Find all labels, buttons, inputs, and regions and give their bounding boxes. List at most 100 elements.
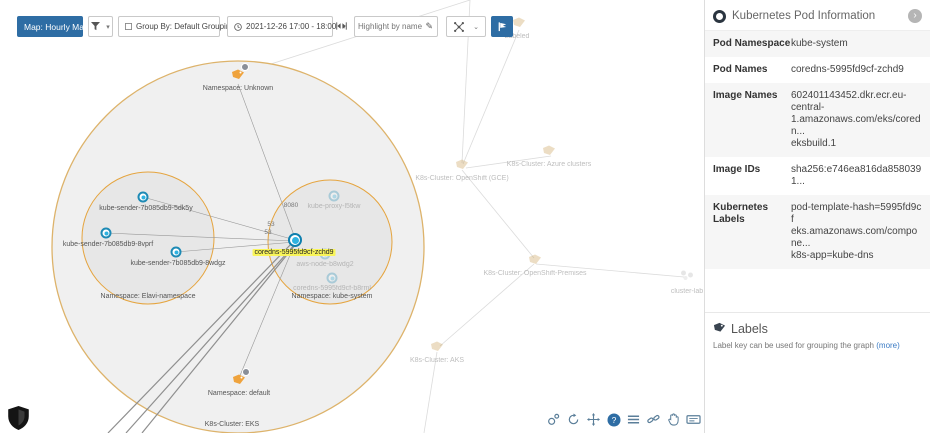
graph-nodes-icon [453, 21, 465, 33]
pod-node[interactable] [171, 247, 182, 258]
row-label: Image Names [713, 90, 791, 150]
svg-text:?: ? [611, 415, 616, 425]
pod-node-label: coredns-5995fd9cf-b8rml [293, 285, 371, 292]
pod-node-label: kube-sender-7b085db9-8wdgz [131, 260, 226, 267]
namespace-left-label: Namespace: Elavi-namespace [101, 293, 196, 300]
panel-title: Kubernetes Pod Information [732, 10, 902, 22]
faded-tag-label: K8s-Cluster: OpenShift-Premises [483, 270, 586, 277]
map-edges-layer [0, 0, 704, 433]
edge-port-label: 8080 [284, 202, 298, 209]
date-range-label: 2021-12-26 17:00 - 18:00 [246, 22, 336, 31]
collapse-nodes-icon[interactable] [546, 412, 561, 427]
pan-icon[interactable] [586, 412, 601, 427]
chevron-down-icon: ▾ [106, 23, 110, 31]
info-row-image-names: Image Names 602401143452.dkr.ecr.eu- cen… [705, 83, 930, 157]
collapse-horizontal-icon[interactable] [336, 21, 347, 31]
more-link[interactable]: (more) [876, 341, 900, 350]
edge-port-label: 53 [267, 221, 274, 228]
pod-node[interactable] [101, 228, 112, 239]
layout-options-dropdown[interactable]: ⌄ [446, 16, 486, 37]
cluster-label: K8s-Cluster: EKS [205, 421, 259, 428]
info-row-pod-names: Pod Names coredns-5995fd9cf-zchd9 [705, 57, 930, 83]
faded-tag[interactable] [455, 157, 469, 175]
faded-tag-label: K8s-Cluster: AKS [410, 357, 464, 364]
pod-node-label: kube-sender-7b085db9-8vprf [63, 241, 153, 248]
info-row-pod-namespace: Pod Namespace kube-system [705, 31, 930, 57]
refresh-icon[interactable] [566, 412, 581, 427]
selected-pod-label[interactable]: coredns-5995fd9cf-zchd9 [253, 249, 336, 256]
faded-tag[interactable] [430, 339, 444, 357]
pod-node-label: kube-proxy-l5tkw [308, 203, 361, 210]
filter-icon [91, 22, 100, 31]
tag-icon [528, 254, 542, 265]
legend-icon[interactable] [686, 412, 701, 427]
link-icon[interactable] [646, 412, 661, 427]
next-arrow-button[interactable]: › [908, 9, 922, 23]
filter-button[interactable]: ▾ [88, 16, 113, 37]
labels-title: Labels [731, 322, 768, 336]
map-tools: ? [546, 412, 701, 427]
pod-node-faded[interactable] [327, 273, 338, 284]
faded-tag-label: K8s-Cluster: Azure clusters [507, 161, 591, 168]
group-icon [125, 23, 132, 30]
row-label: Image IDs [713, 164, 791, 188]
row-value: kube-system [791, 38, 922, 50]
pod-node-faded[interactable] [329, 191, 340, 202]
map-type-button[interactable]: Map: Hourly Map ▾ [17, 16, 83, 37]
pod-node[interactable] [138, 192, 149, 203]
labels-section: Labels Label key can be used for groupin… [705, 312, 930, 357]
pod-node-label: aws-node-b8wdg2 [296, 261, 353, 268]
panel-toggle-button[interactable] [491, 16, 513, 37]
row-value: 602401143452.dkr.ecr.eu- central- 1.amaz… [791, 90, 922, 150]
tag-badge [242, 368, 250, 376]
tag-icon [455, 159, 469, 170]
row-value: pod-template-hash=5995fd9cf eks.amazonaw… [791, 202, 922, 262]
map-type-label: Map: Hourly Map [24, 22, 89, 32]
labels-description: Label key can be used for grouping the g… [713, 341, 922, 350]
row-label: Pod Names [713, 64, 791, 76]
selected-pod-node[interactable] [288, 233, 302, 247]
highlight-input[interactable] [355, 22, 425, 31]
info-row-image-ids: Image IDs sha256:e746ea816da8580391... [705, 157, 930, 195]
label-tag-icon [713, 320, 726, 338]
panel-header: Kubernetes Pod Information › [705, 0, 930, 31]
flag-icon [497, 21, 508, 32]
namespace-tag-unknown[interactable] [231, 67, 245, 85]
namespace-tag-label: Namespace: default [208, 390, 270, 397]
pencil-icon[interactable]: ✎ [425, 21, 437, 32]
hand-icon[interactable] [666, 412, 681, 427]
pod-icon [713, 10, 726, 23]
row-value: sha256:e746ea816da8580391... [791, 164, 922, 188]
faded-cluster-label: cluster-lab [671, 288, 703, 295]
row-value: coredns-5995fd9cf-zchd9 [791, 64, 922, 76]
highlight-search: ✎ [354, 16, 438, 37]
app-window: K8s-Cluster: EKS Namespace: Elavi-namesp… [0, 0, 930, 433]
date-range-picker[interactable]: 2021-12-26 17:00 - 18:00 ▾ [227, 16, 333, 37]
pod-node-label: kube-sender-7b085db9-5dk5y [99, 205, 192, 212]
help-button[interactable]: ? [606, 412, 621, 427]
tag-icon [542, 145, 556, 156]
tag-icon [430, 341, 444, 352]
clock-icon [234, 23, 242, 31]
network-map: K8s-Cluster: EKS Namespace: Elavi-namesp… [0, 0, 704, 433]
namespace-circle-left[interactable] [82, 172, 214, 304]
menu-icon[interactable] [626, 412, 641, 427]
edge-port-label: 53 [264, 229, 271, 236]
row-label: Pod Namespace [713, 38, 791, 50]
namespace-kube-system-label: Namespace: kube-system [292, 293, 373, 300]
row-label: Kubernetes Labels [713, 202, 791, 262]
faded-tag[interactable] [542, 143, 556, 161]
tag-badge [241, 63, 249, 71]
chevron-down-icon: ⌄ [473, 23, 479, 31]
pod-info-panel: Kubernetes Pod Information › Pod Namespa… [704, 0, 930, 433]
info-row-kubernetes-labels: Kubernetes Labels pod-template-hash=5995… [705, 195, 930, 269]
faded-tag-label: K8s-Cluster: OpenShift (GCE) [415, 175, 508, 182]
faded-cluster-group[interactable] [680, 268, 695, 286]
group-by-dropdown[interactable]: Group By: Default Grouping ▾ [118, 16, 220, 37]
shield-logo [8, 406, 29, 433]
faded-tag[interactable] [528, 252, 542, 270]
group-by-label: Group By: Default Grouping [136, 22, 235, 31]
namespace-tag-default[interactable] [232, 372, 246, 390]
namespace-tag-label: Namespace: Unknown [203, 85, 273, 92]
paw-icon [680, 269, 695, 281]
